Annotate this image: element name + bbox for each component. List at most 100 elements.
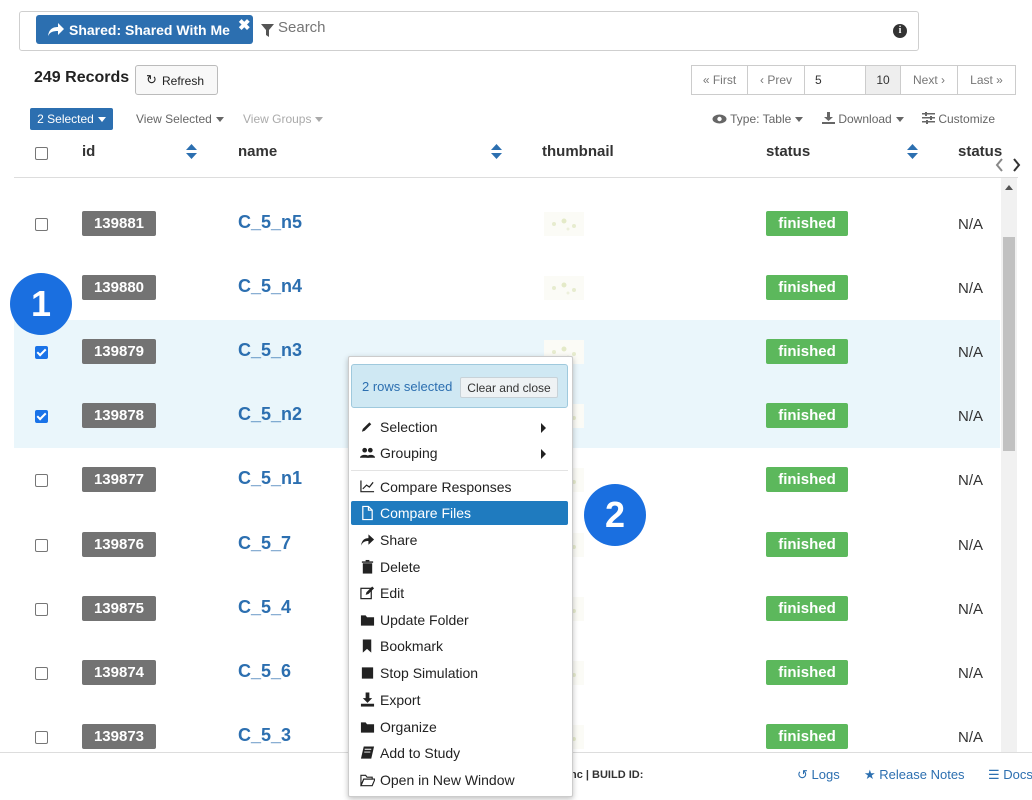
chevron-right-icon[interactable] — [1012, 158, 1021, 172]
pager-next[interactable]: Next › — [900, 65, 958, 95]
clear-and-close-button[interactable]: Clear and close — [460, 377, 558, 398]
menu-item-open-in-new-window[interactable]: Open in New Window — [351, 768, 568, 792]
type-dropdown[interactable]: Type: Table — [712, 112, 804, 126]
release-notes-link[interactable]: ★ Release Notes — [864, 767, 965, 783]
thumbnail-image[interactable] — [544, 276, 584, 300]
selected-dropdown-button[interactable]: 2 Selected — [30, 108, 113, 130]
status-badge: finished — [766, 403, 848, 428]
status-badge: finished — [766, 532, 848, 557]
menu-item-stop-simulation[interactable]: Stop Simulation — [351, 661, 568, 685]
download-dropdown[interactable]: Download — [822, 112, 904, 126]
menu-item-update-folder[interactable]: Update Folder — [351, 608, 568, 632]
menu-item-organize[interactable]: Organize — [351, 715, 568, 739]
menu-item-grouping[interactable]: Grouping — [351, 441, 568, 465]
row-checkbox[interactable] — [35, 667, 48, 680]
menu-item-edit[interactable]: Edit — [351, 581, 568, 605]
id-badge: 139874 — [82, 660, 156, 685]
caret-down-icon — [795, 117, 804, 123]
status-value: N/A — [958, 344, 984, 361]
name-link[interactable]: C_5_n5 — [238, 212, 302, 233]
menu-item-add-to-study[interactable]: Add to Study — [351, 741, 568, 765]
filter-icon — [261, 24, 274, 37]
name-link[interactable]: C_5_n2 — [238, 404, 302, 425]
row-checkbox[interactable] — [35, 410, 48, 423]
pager-prev[interactable]: ‹ Prev — [747, 65, 805, 95]
menu-item-selection[interactable]: Selection — [351, 415, 568, 439]
chevron-left-icon[interactable] — [995, 158, 1004, 172]
row-checkbox[interactable] — [35, 474, 48, 487]
history-icon: ↺ — [797, 767, 808, 782]
filter-chip-label: Shared: Shared With Me — [69, 22, 230, 38]
file-icon — [362, 505, 373, 521]
filter-chip-shared[interactable]: Shared: Shared With Me ✖ — [36, 15, 253, 44]
sort-icon[interactable] — [907, 144, 918, 159]
row-checkbox[interactable] — [35, 539, 48, 552]
id-badge: 139877 — [82, 467, 156, 492]
menu-item-compare-responses[interactable]: Compare Responses — [351, 475, 568, 499]
row-checkbox[interactable] — [35, 346, 48, 359]
name-link[interactable]: C_5_3 — [238, 725, 291, 746]
download-icon — [822, 112, 835, 124]
table-row[interactable] — [14, 256, 1000, 320]
eye-icon — [712, 114, 727, 124]
name-link[interactable]: C_5_n4 — [238, 276, 302, 297]
refresh-button[interactable]: ↻ Refresh — [135, 65, 218, 95]
table-row[interactable] — [14, 192, 1000, 256]
star-icon: ★ — [864, 767, 876, 782]
bookmark-icon — [362, 639, 372, 653]
folder-open-icon — [360, 774, 375, 787]
page-size[interactable]: 10 — [865, 65, 901, 95]
status-badge: finished — [766, 467, 848, 492]
caret-down-icon — [97, 117, 106, 123]
record-count: 249 Records — [34, 69, 130, 86]
row-checkbox[interactable] — [35, 603, 48, 616]
select-all-checkbox[interactable] — [35, 147, 48, 160]
menu-item-bookmark[interactable]: Bookmark — [351, 634, 568, 658]
customize-button[interactable]: Customize — [922, 112, 995, 126]
status-value: N/A — [958, 729, 984, 746]
column-header-name[interactable]: name — [238, 143, 277, 160]
name-link[interactable]: C_5_4 — [238, 597, 291, 618]
rows-selected-text: 2 rows selected — [362, 379, 453, 394]
scroll-up-arrow-icon[interactable] — [1004, 184, 1014, 191]
search-input[interactable] — [278, 19, 878, 36]
column-header-id[interactable]: id — [82, 143, 95, 160]
menu-item-compare-files[interactable]: Compare Files — [351, 501, 568, 525]
id-badge: 139875 — [82, 596, 156, 621]
status-value: N/A — [958, 537, 984, 554]
sort-icon[interactable] — [491, 144, 502, 159]
build-id-text: nc | BUILD ID: — [570, 769, 644, 781]
edit-icon — [360, 586, 375, 600]
view-selected-dropdown[interactable]: View Selected — [136, 112, 224, 126]
status-badge: finished — [766, 275, 848, 300]
menu-item-share[interactable]: Share — [351, 528, 568, 552]
sort-icon[interactable] — [186, 144, 197, 159]
column-header-status[interactable]: status — [766, 143, 810, 160]
folder-icon — [360, 615, 375, 626]
row-checkbox[interactable] — [35, 218, 48, 231]
id-badge: 139881 — [82, 211, 156, 236]
caret-down-icon — [215, 117, 224, 123]
pager-last[interactable]: Last » — [957, 65, 1016, 95]
remove-filter-icon[interactable]: ✖ — [238, 16, 251, 34]
share-icon — [360, 534, 375, 546]
pager-first[interactable]: « First — [691, 65, 748, 95]
status-badge: finished — [766, 211, 848, 236]
scrollbar-thumb[interactable] — [1003, 237, 1015, 451]
id-badge: 139873 — [82, 724, 156, 749]
page-number-input[interactable] — [804, 65, 866, 95]
name-link[interactable]: C_5_6 — [238, 661, 291, 682]
menu-item-export[interactable]: Export — [351, 688, 568, 712]
info-icon[interactable]: i — [893, 24, 907, 38]
submenu-arrow-icon — [541, 423, 546, 433]
status-badge: finished — [766, 339, 848, 364]
name-link[interactable]: C_5_n1 — [238, 468, 302, 489]
menu-item-delete[interactable]: Delete — [351, 555, 568, 579]
row-checkbox[interactable] — [35, 731, 48, 744]
header-divider — [14, 177, 1018, 178]
docs-link[interactable]: ☰ Docs — [988, 767, 1032, 783]
logs-link[interactable]: ↺ Logs — [797, 767, 840, 783]
name-link[interactable]: C_5_7 — [238, 533, 291, 554]
thumbnail-image[interactable] — [544, 212, 584, 236]
name-link[interactable]: C_5_n3 — [238, 340, 302, 361]
